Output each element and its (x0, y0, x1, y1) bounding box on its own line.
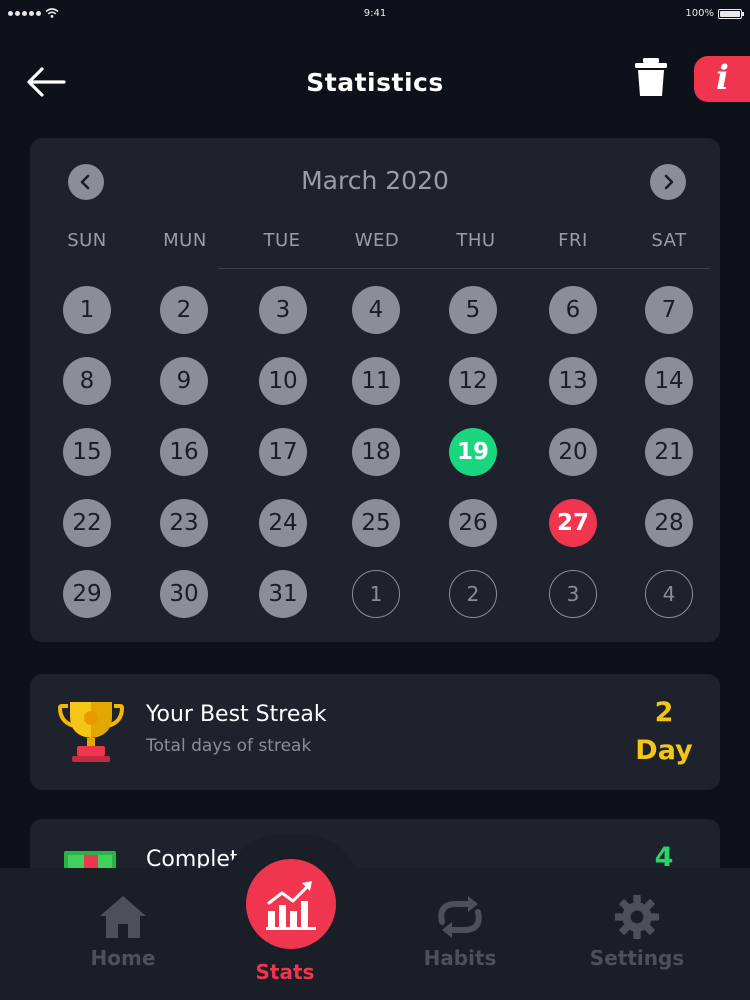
calendar-day[interactable]: 11 (352, 357, 400, 405)
calendar-day[interactable]: 18 (352, 428, 400, 476)
gear-icon (614, 894, 660, 940)
calendar-day[interactable]: 30 (160, 570, 208, 618)
weekday-label: WED (354, 230, 400, 251)
streak-unit: Day (635, 735, 693, 766)
battery-percent: 100% (685, 8, 714, 19)
battery-status: 100% (685, 8, 744, 19)
weekday-label: SAT (651, 230, 687, 251)
streak-value: 2 Day (624, 694, 704, 770)
calendar-day[interactable]: 20 (549, 428, 597, 476)
trophy-icon (58, 702, 124, 762)
delete-button[interactable] (632, 56, 670, 98)
calendar-day-outside[interactable]: 1 (352, 570, 400, 618)
next-month-button[interactable] (650, 164, 686, 200)
streak-number: 2 (654, 697, 674, 728)
calendar-day[interactable]: 19 (449, 428, 497, 476)
weekday-label: SUN (67, 230, 107, 251)
calendar-card: March 2020 SUN MUN TUE WED THU FRI SAT 1… (30, 138, 720, 642)
month-navigation: March 2020 (30, 162, 720, 202)
info-icon: i (716, 58, 729, 98)
weekday-label: FRI (558, 230, 588, 251)
calendar-day[interactable]: 26 (449, 499, 497, 547)
stats-tab-button[interactable] (246, 859, 336, 949)
calendar-day[interactable]: 2 (160, 286, 208, 334)
calendar-day[interactable]: 24 (259, 499, 307, 547)
weekday-label: THU (456, 230, 496, 251)
calendar-day-outside[interactable]: 4 (645, 570, 693, 618)
chart-icon (266, 881, 316, 930)
weekday-header: SUN MUN TUE WED THU FRI SAT (30, 230, 720, 254)
calendar-day[interactable]: 31 (259, 570, 307, 618)
repeat-icon (438, 896, 482, 938)
calendar-day[interactable]: 7 (645, 286, 693, 334)
tab-settings[interactable]: Settings (562, 894, 712, 970)
calendar-day[interactable]: 21 (645, 428, 693, 476)
tab-settings-label: Settings (589, 946, 685, 970)
calendar-day[interactable]: 3 (259, 286, 307, 334)
tab-stats[interactable]: Stats (210, 954, 360, 984)
calendar-day[interactable]: 27 (549, 499, 597, 547)
calendar-day[interactable]: 9 (160, 357, 208, 405)
calendar-day[interactable]: 16 (160, 428, 208, 476)
tab-home[interactable]: Home (48, 894, 198, 970)
calendar-day-outside[interactable]: 2 (449, 570, 497, 618)
tab-habits[interactable]: Habits (385, 894, 535, 970)
calendar-day[interactable]: 23 (160, 499, 208, 547)
calendar-day[interactable]: 28 (645, 499, 693, 547)
calendar-day[interactable]: 13 (549, 357, 597, 405)
tab-stats-label: Stats (255, 960, 315, 984)
calendar-day[interactable]: 15 (63, 428, 111, 476)
battery-icon (718, 8, 744, 19)
status-bar: 9:41 100% (0, 0, 750, 28)
calendar-day-outside[interactable]: 3 (549, 570, 597, 618)
weekday-divider (218, 268, 710, 269)
tab-bar: Home Stats Habits Settings (0, 868, 750, 1000)
calendar-day[interactable]: 8 (63, 357, 111, 405)
calendar-day[interactable]: 25 (352, 499, 400, 547)
calendar-day[interactable]: 6 (549, 286, 597, 334)
calendar-day[interactable]: 14 (645, 357, 693, 405)
calendar-day[interactable]: 22 (63, 499, 111, 547)
info-button[interactable]: i (694, 56, 750, 102)
calendar-day[interactable]: 1 (63, 286, 111, 334)
calendar-day[interactable]: 10 (259, 357, 307, 405)
header: Statistics i (0, 50, 750, 114)
chevron-right-icon (664, 174, 674, 190)
trash-icon (635, 58, 667, 96)
weekday-label: TUE (263, 230, 301, 251)
best-streak-card[interactable]: Your Best Streak Total days of streak 2 … (30, 674, 720, 790)
calendar-day[interactable]: 12 (449, 357, 497, 405)
streak-subtitle: Total days of streak (146, 736, 312, 756)
calendar-day[interactable]: 4 (352, 286, 400, 334)
tab-home-label: Home (90, 946, 156, 970)
streak-title: Your Best Streak (146, 702, 327, 727)
calendar-day[interactable]: 5 (449, 286, 497, 334)
calendar-day[interactable]: 29 (63, 570, 111, 618)
status-time: 9:41 (363, 8, 387, 19)
weekday-label: MUN (163, 230, 207, 251)
month-title: March 2020 (301, 166, 449, 195)
tab-habits-label: Habits (423, 946, 497, 970)
calendar-day[interactable]: 17 (259, 428, 307, 476)
home-icon (100, 896, 146, 938)
